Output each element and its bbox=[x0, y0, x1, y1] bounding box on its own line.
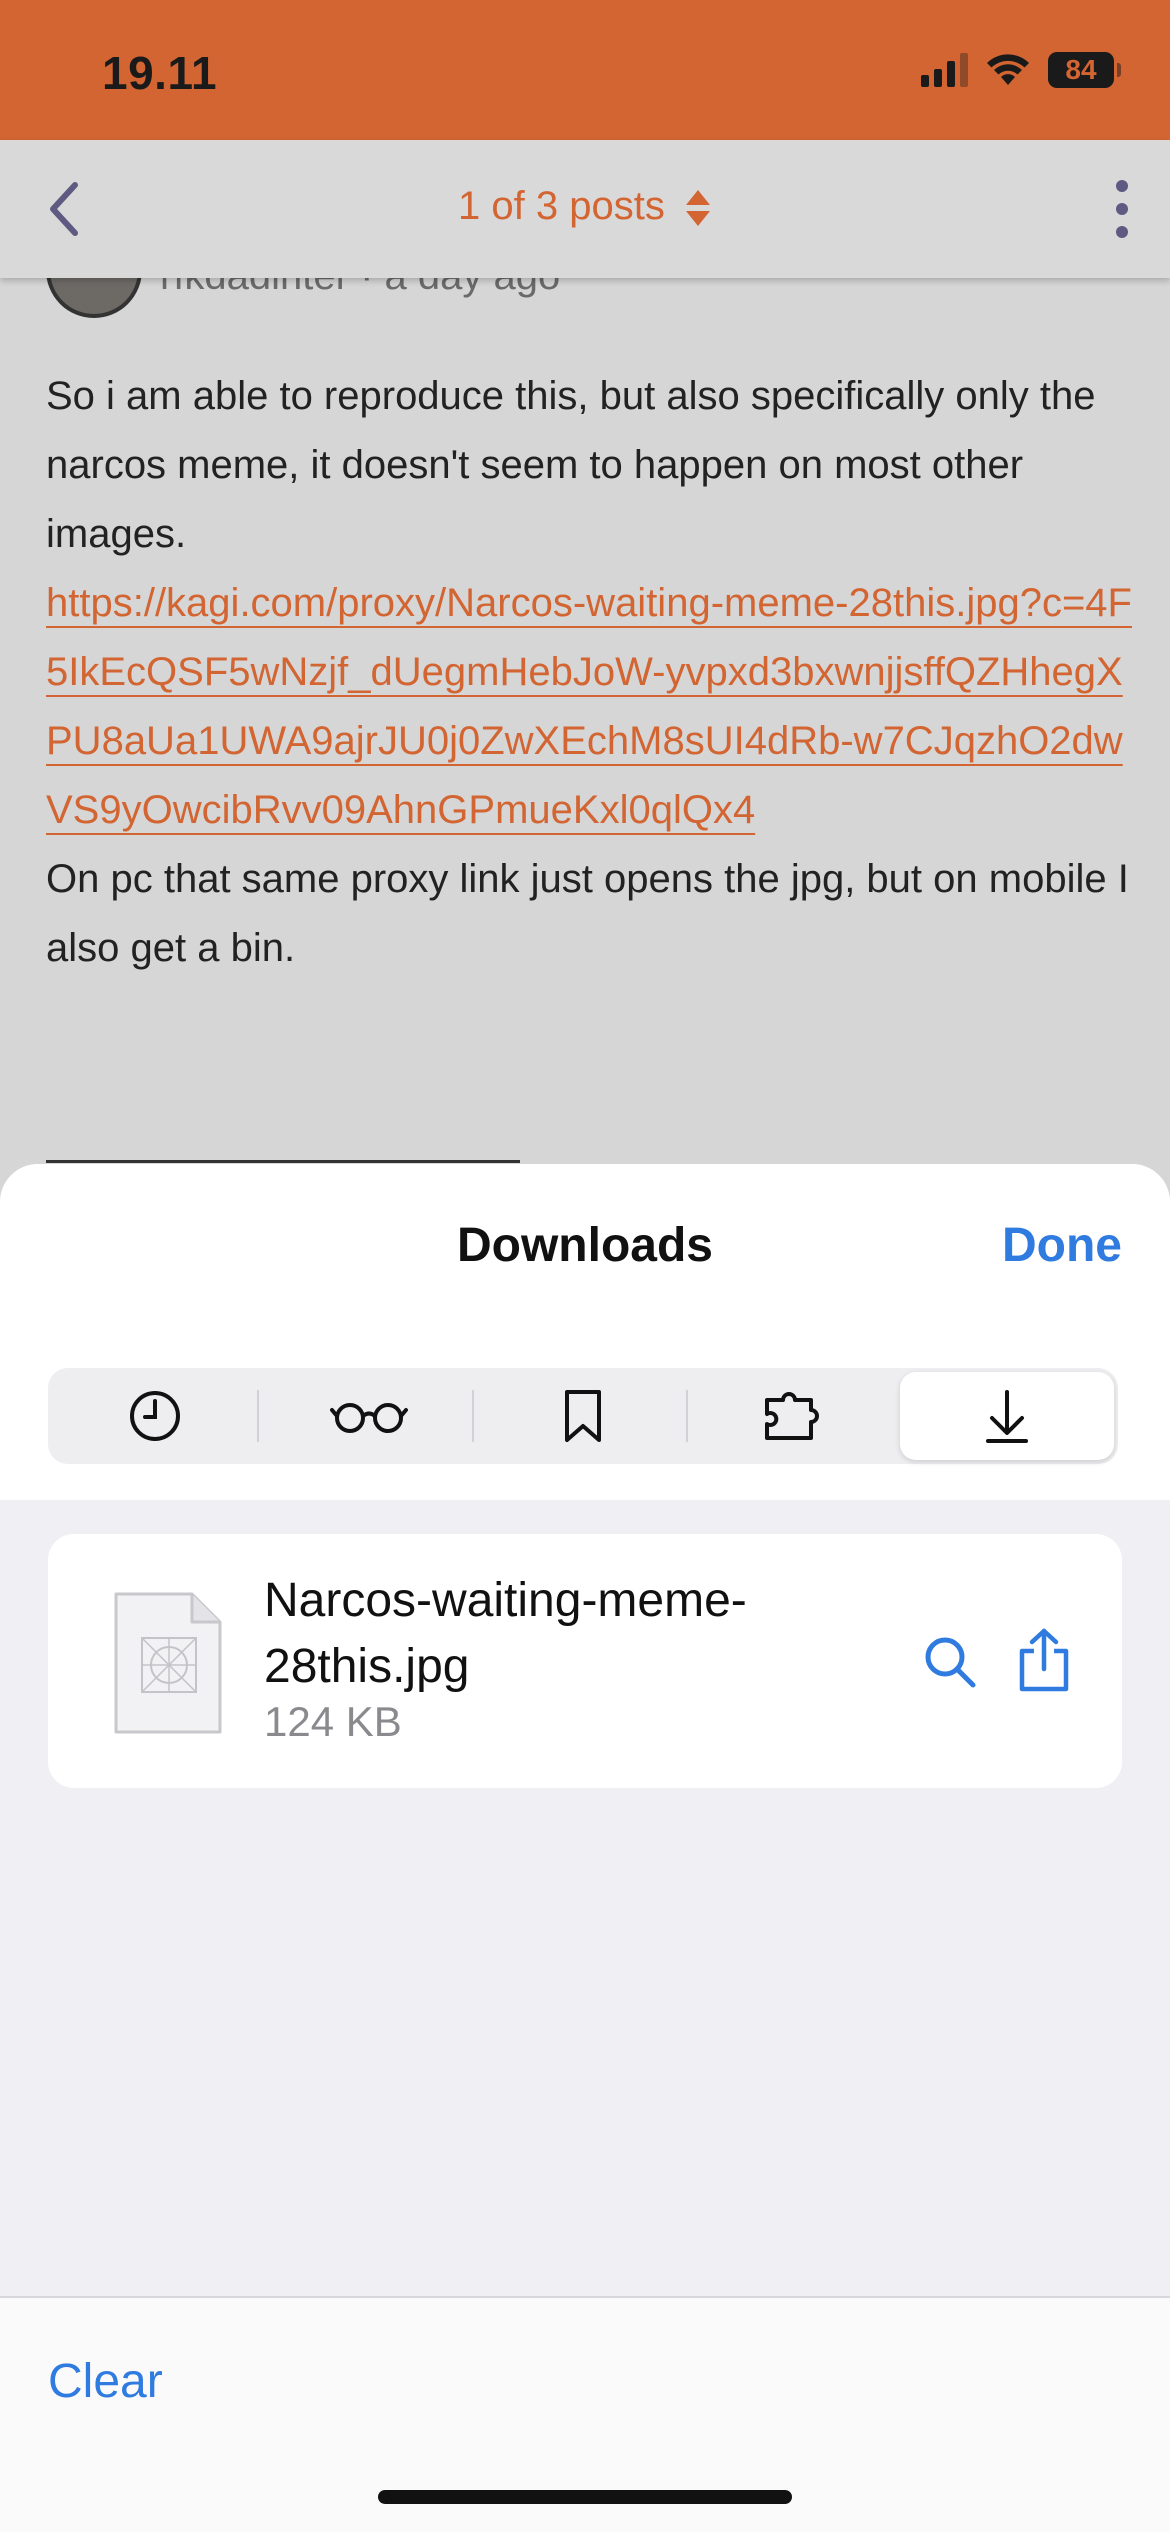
post-body-followup: On pc that same proxy link just opens th… bbox=[46, 857, 1129, 970]
tab-history[interactable] bbox=[48, 1368, 262, 1464]
divider bbox=[46, 1160, 520, 1163]
tab-reading-list[interactable] bbox=[262, 1368, 476, 1464]
magnifier-icon bbox=[925, 1637, 976, 1688]
tab-downloads[interactable] bbox=[900, 1372, 1114, 1460]
done-button[interactable]: Done bbox=[1002, 1218, 1122, 1273]
glasses-icon bbox=[330, 1403, 408, 1433]
post-position-selector[interactable]: 1 of 3 posts bbox=[0, 184, 1170, 229]
topic-nav-bar: 1 of 3 posts bbox=[0, 140, 1170, 278]
download-item[interactable]: Narcos-waiting-meme-28this.jpg 124 KB bbox=[48, 1534, 1122, 1788]
sort-caret-icon bbox=[685, 190, 710, 227]
image-file-icon bbox=[114, 1592, 222, 1734]
puzzle-icon bbox=[765, 1392, 819, 1440]
sheet-header: Downloads Done bbox=[0, 1164, 1170, 1500]
post-author-meta: rfkdadlnter · a day ago bbox=[160, 278, 560, 299]
battery-icon: 84 bbox=[1048, 52, 1121, 88]
cellular-signal-icon bbox=[921, 53, 968, 87]
post-position-label: 1 of 3 posts bbox=[458, 184, 665, 228]
download-icon bbox=[986, 1390, 1028, 1443]
more-options-button[interactable] bbox=[1102, 180, 1142, 238]
post-body: So i am able to reproduce this, but also… bbox=[46, 362, 1136, 983]
sheet-footer: Clear bbox=[0, 2296, 1170, 2532]
downloads-sheet: Downloads Done Narcos-waiting-meme-28thi… bbox=[0, 1164, 1170, 2532]
file-name: Narcos-waiting-meme-28this.jpg bbox=[264, 1574, 747, 1693]
tab-bookmarks[interactable] bbox=[476, 1368, 690, 1464]
status-bar: 19.11 84 bbox=[0, 0, 1170, 140]
tab-extensions[interactable] bbox=[690, 1368, 904, 1464]
battery-level: 84 bbox=[1065, 54, 1097, 85]
share-icon bbox=[1019, 1628, 1069, 1692]
status-icons: 84 bbox=[921, 52, 1121, 88]
clear-button[interactable]: Clear bbox=[48, 2354, 163, 2409]
status-time: 19.11 bbox=[102, 47, 218, 99]
share-file-button[interactable] bbox=[1014, 1622, 1074, 1698]
reveal-file-button[interactable] bbox=[918, 1630, 982, 1694]
bookmark-icon bbox=[565, 1390, 601, 1442]
wifi-icon bbox=[987, 54, 1029, 85]
sheet-title: Downloads bbox=[456, 1219, 713, 1272]
proxy-link[interactable]: https://kagi.com/proxy/Narcos-waiting-me… bbox=[46, 569, 1136, 845]
clock-icon bbox=[130, 1391, 180, 1441]
avatar bbox=[46, 278, 142, 318]
post-body-text: So i am able to reproduce this, but also… bbox=[46, 374, 1096, 556]
file-size: 124 KB bbox=[264, 1698, 402, 1745]
sheet-tab-control bbox=[48, 1368, 1118, 1464]
post-content: rfkdadlnter · a day ago So i am able to … bbox=[0, 278, 1170, 1168]
home-indicator[interactable] bbox=[378, 2490, 792, 2504]
